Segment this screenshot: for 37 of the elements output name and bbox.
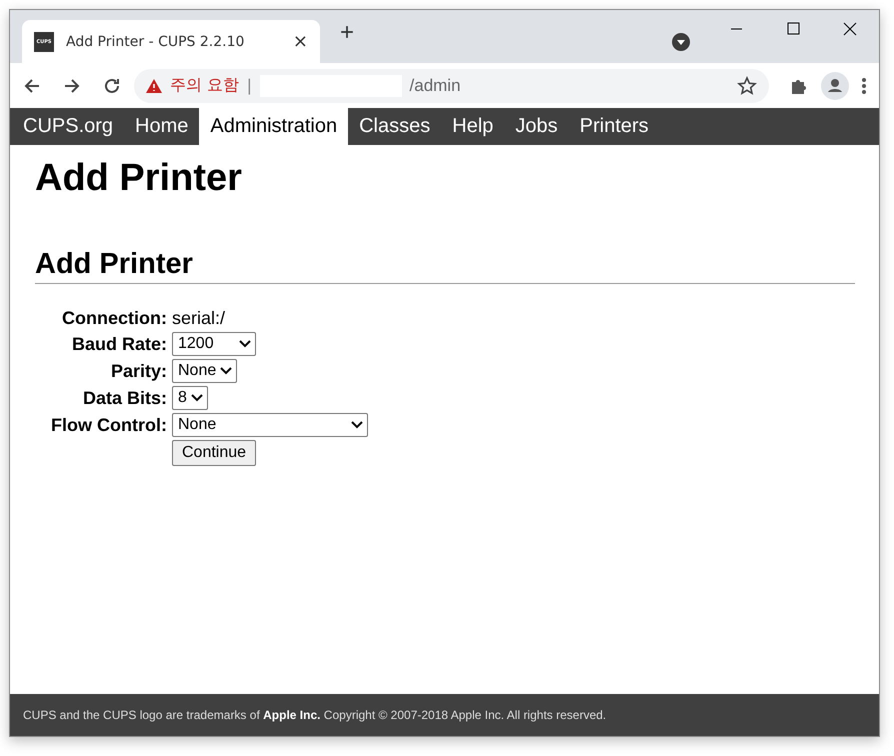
address-separator: | [247,76,252,96]
chevron-icon [220,367,232,375]
address-bar[interactable]: 주의 요함 | /admin [134,68,769,102]
dropdown[interactable]: 8 [172,386,208,410]
nav-link[interactable]: Home [124,108,200,145]
continue-button[interactable]: Continue [172,440,256,466]
dropdown[interactable]: 1200 [172,332,256,356]
nav-link[interactable]: Administration [199,108,348,145]
close-tab-button[interactable]: × [292,31,308,52]
chevron-icon [351,421,363,429]
nav-link[interactable]: CUPS.org [12,108,124,145]
field-label: Flow Control: [51,414,167,436]
nav-link[interactable]: Help [441,108,504,145]
security-warning: 주의 요함 [170,75,240,96]
url-path: /admin [410,76,462,96]
dropdown[interactable]: None [172,413,368,437]
star-icon[interactable] [737,76,757,96]
dropdown[interactable]: None [172,359,238,383]
tab-title: Add Printer - CUPS 2.2.10 [66,34,246,50]
tab-search-icon[interactable] [672,33,690,51]
profile-icon[interactable] [821,72,849,100]
field-label: Baud Rate: [72,334,167,354]
new-tab-button[interactable]: + [340,18,354,46]
field-label: Connection: [62,308,167,329]
menu-icon[interactable] [861,76,867,94]
section-title: Add Printer [35,248,855,284]
field-label: Data Bits: [82,388,167,408]
connection-value: serial:/ [172,308,226,329]
nav-link[interactable]: Printers [568,108,660,145]
warning-icon [146,78,162,92]
nav-link[interactable]: Jobs [504,108,569,145]
footer-text: CUPS and the CUPS logo are trademarks of Apple Inc. Copyright © 2007-2018 Apple Inc. All rights reserved. [10,694,879,736]
chevron-icon [190,394,203,402]
field-label: Parity: [110,360,167,382]
chevron-icon [239,340,251,348]
nav-link[interactable]: Classes [348,108,442,145]
page-title: Add Printer [35,157,243,200]
